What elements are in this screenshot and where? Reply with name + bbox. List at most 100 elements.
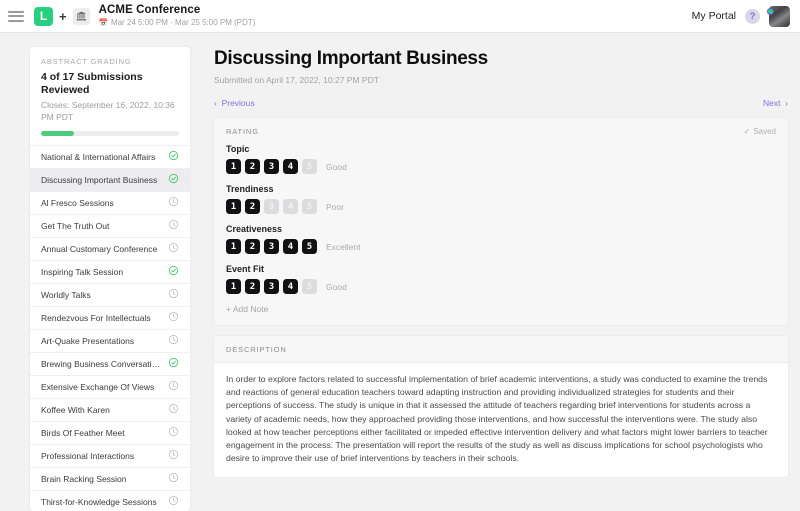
rating-tile-1[interactable]: 1 (226, 199, 241, 214)
list-item-label: Professional Interactions (41, 451, 163, 461)
rating-tile-4[interactable]: 4 (283, 239, 298, 254)
pending-clock-icon (163, 378, 179, 396)
rating-tile-5[interactable]: 5 (302, 159, 317, 174)
my-portal-link[interactable]: My Portal (692, 10, 736, 22)
event-title: ACME Conference (99, 4, 256, 17)
event-info: ACME Conference 📅 Mar 24 5:00 PM - Mar 2… (99, 4, 256, 28)
help-icon[interactable]: ? (745, 9, 760, 24)
rating-scale: 12345Good (226, 279, 776, 294)
rating-tile-3[interactable]: 3 (264, 159, 279, 174)
reviewed-check-icon (163, 355, 179, 373)
list-item-label: Al Fresco Sessions (41, 198, 163, 208)
list-item[interactable]: Worldly Talks (30, 283, 190, 306)
rating-tile-4[interactable]: 4 (283, 279, 298, 294)
next-label: Next (763, 98, 780, 108)
venue-building-icon[interactable] (73, 8, 90, 25)
list-item[interactable]: Annual Customary Conference (30, 237, 190, 260)
calendar-icon: 📅 (99, 17, 108, 28)
list-item[interactable]: Brewing Business Conversations (30, 352, 190, 375)
rating-scale: 12345 Excellent (226, 239, 776, 254)
submitted-date: Submitted on April 17, 2022, 10:27 PM PD… (214, 75, 788, 85)
reviewed-check-icon (163, 171, 179, 189)
submissions-reviewed-count: 4 of 17 Submissions Reviewed (41, 71, 179, 97)
rating-tile-5[interactable]: 5 (302, 199, 317, 214)
list-item[interactable]: National & International Affairs (30, 145, 190, 168)
description-kicker: DESCRIPTION (226, 345, 776, 354)
top-bar-right: My Portal ? (692, 6, 790, 27)
main-content: Discussing Important Business Submitted … (214, 47, 788, 511)
list-item-label: Inspiring Talk Session (41, 267, 163, 277)
pending-clock-icon (163, 286, 179, 304)
reviewed-check-icon (163, 148, 179, 166)
avatar[interactable] (769, 6, 790, 27)
pending-clock-icon (163, 470, 179, 488)
list-item[interactable]: Art-Quake Presentations (30, 329, 190, 352)
rating-card: RATING ✓ Saved Topic12345GoodTrendiness1… (214, 118, 788, 325)
list-item-label: Extensive Exchange Of Views (41, 382, 163, 392)
submission-list: National & International Affairs Discussi… (30, 145, 190, 511)
list-item-label: Discussing Important Business (41, 175, 163, 185)
list-item-label: Rendezvous For Intellectuals (41, 313, 163, 323)
plus-separator-icon: + (59, 9, 67, 24)
list-item-label: Get The Truth Out (41, 221, 163, 231)
rating-tile-2[interactable]: 2 (245, 279, 260, 294)
list-item[interactable]: Brain Racking Session (30, 467, 190, 490)
rating-criteria-list: Topic12345GoodTrendiness12345PoorCreativ… (226, 144, 776, 294)
list-item[interactable]: Thirst-for-Knowledge Sessions (30, 490, 190, 511)
rating-tile-4[interactable]: 4 (283, 199, 298, 214)
rating-tile-2[interactable]: 2 (245, 239, 260, 254)
sidebar-header: ABSTRACT GRADING 4 of 17 Submissions Rev… (30, 47, 190, 145)
list-item[interactable]: Birds Of Feather Meet (30, 421, 190, 444)
top-bar: L + ACME Conference 📅 Mar 24 5:00 PM - M… (0, 0, 800, 33)
rating-tile-3[interactable]: 3 (264, 199, 279, 214)
pending-clock-icon (163, 217, 179, 235)
rating-word: Good (326, 162, 347, 172)
description-card-header: DESCRIPTION (214, 336, 788, 363)
app-logo[interactable]: L (34, 7, 53, 26)
pending-clock-icon (163, 332, 179, 350)
rating-kicker: RATING (226, 127, 259, 136)
rating-tile-3[interactable]: 3 (264, 239, 279, 254)
rating-word: Excellent (326, 242, 361, 252)
pending-clock-icon (163, 194, 179, 212)
list-item[interactable]: Rendezvous For Intellectuals (30, 306, 190, 329)
event-dates: 📅 Mar 24 5:00 PM - Mar 25 5:00 PM (PDT) (99, 17, 256, 28)
add-note-button[interactable]: + Add Note (226, 304, 776, 314)
list-item-label: Thirst-for-Knowledge Sessions (41, 497, 163, 507)
rating-tile-1[interactable]: 1 (226, 159, 241, 174)
hamburger-menu-icon[interactable] (8, 11, 24, 22)
status-badge: ✓ Saved (744, 127, 776, 136)
rating-tile-1[interactable]: 1 (226, 279, 241, 294)
rating-card-header: RATING ✓ Saved (226, 127, 776, 136)
list-item[interactable]: Professional Interactions (30, 444, 190, 467)
list-item-label: Birds Of Feather Meet (41, 428, 163, 438)
next-link[interactable]: Next › (763, 98, 788, 108)
list-item[interactable]: Al Fresco Sessions (30, 191, 190, 214)
sidebar-kicker: ABSTRACT GRADING (41, 57, 179, 66)
page-body: ABSTRACT GRADING 4 of 17 Submissions Rev… (0, 33, 800, 511)
list-item[interactable]: Get The Truth Out (30, 214, 190, 237)
list-item[interactable]: Koffee With Karen (30, 398, 190, 421)
rating-tile-5[interactable]: 5 (302, 279, 317, 294)
rating-tile-4[interactable]: 4 (283, 159, 298, 174)
list-item-label: Brewing Business Conversations (41, 359, 163, 369)
list-item-label: National & International Affairs (41, 152, 163, 162)
review-progress-bar (41, 131, 179, 136)
list-item-label: Koffee With Karen (41, 405, 163, 415)
list-item[interactable]: Discussing Important Business (30, 168, 190, 191)
list-item[interactable]: Inspiring Talk Session (30, 260, 190, 283)
list-item[interactable]: Extensive Exchange Of Views (30, 375, 190, 398)
rating-tile-5[interactable]: 5 (302, 239, 317, 254)
rating-tile-3[interactable]: 3 (264, 279, 279, 294)
rating-tile-2[interactable]: 2 (245, 159, 260, 174)
criterion-label: Topic (226, 144, 776, 154)
event-dates-text: Mar 24 5:00 PM - Mar 25 5:00 PM (PDT) (111, 17, 256, 28)
criterion-label: Creativeness (226, 224, 776, 234)
rating-word: Poor (326, 202, 344, 212)
submission-navigation: ‹ Previous Next › (214, 98, 788, 108)
pending-clock-icon (163, 309, 179, 327)
list-item-label: Art-Quake Presentations (41, 336, 163, 346)
rating-tile-1[interactable]: 1 (226, 239, 241, 254)
previous-link[interactable]: ‹ Previous (214, 98, 255, 108)
rating-tile-2[interactable]: 2 (245, 199, 260, 214)
